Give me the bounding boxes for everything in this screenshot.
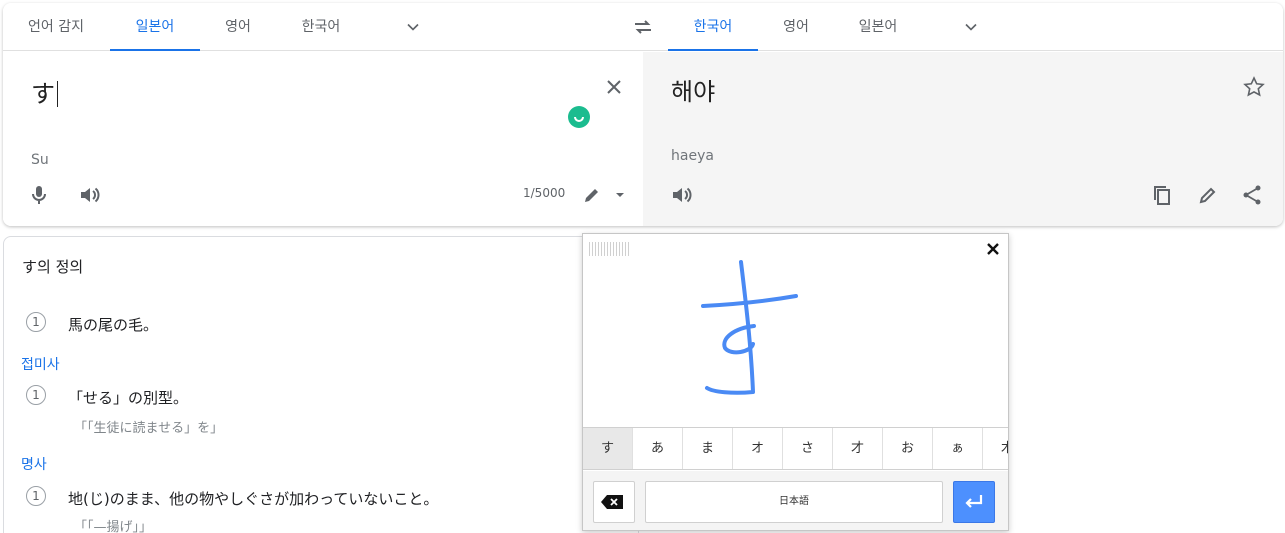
source-listen-speaker-icon[interactable] (77, 183, 101, 207)
translation-text: 해야 (671, 78, 716, 106)
target-more-languages-chevron-icon[interactable] (961, 17, 981, 37)
tab-source-english[interactable]: 영어 (213, 3, 263, 51)
handwriting-canvas[interactable] (583, 234, 1008, 427)
source-panel: す Su 1/5000 (3, 52, 643, 226)
candidate-item[interactable]: オ (733, 428, 783, 469)
save-star-icon[interactable] (1242, 75, 1266, 99)
text-caret (57, 81, 58, 107)
target-panel: 해야 haeya (643, 52, 1283, 226)
candidate-item[interactable]: さ (783, 428, 833, 469)
swap-languages-icon[interactable] (631, 15, 655, 39)
copy-translation-icon[interactable] (1150, 183, 1174, 207)
handwriting-pencil-icon[interactable] (580, 183, 604, 207)
translation-romanization: haeya (671, 148, 714, 164)
source-more-languages-chevron-icon[interactable] (403, 17, 423, 37)
part-of-speech: 명사 (21, 457, 47, 473)
pad-controls: 日本語 (583, 471, 1008, 530)
definition-example: 「「—揚げ」」 (74, 520, 153, 533)
share-icon[interactable] (1240, 183, 1264, 207)
candidate-item[interactable]: す (583, 428, 633, 469)
space-language-button[interactable]: 日本語 (645, 481, 943, 523)
candidate-item[interactable]: ぁ (933, 428, 983, 469)
candidate-item[interactable]: 木 (983, 428, 1008, 469)
microphone-icon[interactable] (27, 183, 51, 207)
definitions-title: す의 정의 (22, 258, 84, 276)
candidate-bar: す あ ま オ さ 才 お ぁ 木 (583, 427, 1008, 470)
candidate-item[interactable]: お (883, 428, 933, 469)
handwritten-stroke (701, 260, 798, 395)
tab-target-english[interactable]: 영어 (771, 3, 821, 51)
part-of-speech: 접미사 (21, 357, 60, 373)
definition-number: 1 (26, 486, 46, 506)
tab-target-korean[interactable]: 한국어 (668, 3, 758, 51)
tab-source-korean[interactable]: 한국어 (288, 3, 354, 51)
candidate-item[interactable]: あ (633, 428, 683, 469)
handwriting-pad: す あ ま オ さ 才 お ぁ 木 日本語 (582, 233, 1009, 531)
close-pad-icon[interactable] (984, 240, 1002, 258)
definition-number: 1 (26, 312, 46, 332)
tab-target-japanese[interactable]: 일본어 (845, 3, 911, 51)
language-bar: 언어 감지 일본어 영어 한국어 한국어 영어 일본어 (3, 3, 1283, 51)
candidate-item[interactable]: 才 (833, 428, 883, 469)
drag-handle[interactable] (589, 242, 629, 256)
tab-source-japanese[interactable]: 일본어 (110, 3, 200, 51)
source-text[interactable]: す (31, 80, 55, 108)
candidate-item[interactable]: ま (683, 428, 733, 469)
definition-text: 馬の尾の毛。 (68, 316, 159, 334)
backspace-button[interactable] (593, 481, 635, 523)
clear-source-close-icon[interactable] (602, 75, 626, 99)
source-romanization: Su (31, 152, 49, 168)
translator-card: 언어 감지 일본어 영어 한국어 한국어 영어 일본어 す Su 1/5000 … (3, 3, 1283, 226)
enter-icon (965, 495, 983, 508)
tab-detect-language[interactable]: 언어 감지 (15, 3, 97, 51)
source-input[interactable]: す (31, 74, 58, 109)
translation-listen-speaker-icon[interactable] (669, 183, 693, 207)
definition-example: 「「生徒に読ませる」を」 (74, 421, 224, 436)
suggest-edit-pencil-icon[interactable] (1196, 183, 1220, 207)
backspace-icon (601, 495, 623, 509)
definition-number: 1 (26, 385, 46, 405)
input-tools-dropdown-icon[interactable] (608, 183, 624, 207)
definition-text: 「せる」の別型。 (68, 389, 189, 407)
definitions-panel: す의 정의 1 馬の尾の毛。 접미사 1 「せる」の別型。 「「生徒に読ませる」… (3, 236, 639, 533)
extension-status-icon[interactable] (568, 106, 590, 128)
definition-text: 地(じ)のまま、他の物やしぐさが加わっていないこと。 (68, 490, 439, 508)
enter-button[interactable] (953, 481, 995, 523)
character-count: 1/5000 (523, 186, 566, 200)
